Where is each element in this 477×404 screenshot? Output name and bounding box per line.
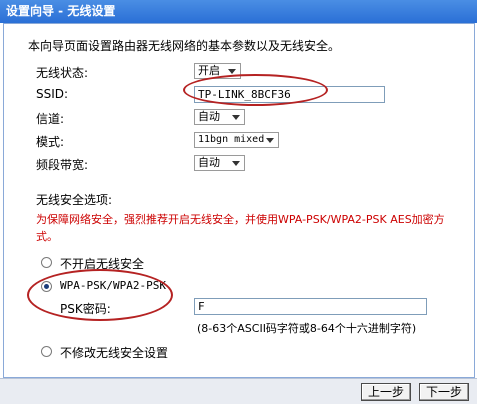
bandwidth-label: 频段带宽: bbox=[36, 158, 89, 172]
chevron-down-icon bbox=[228, 69, 236, 74]
radio-wpa-psk[interactable] bbox=[41, 281, 52, 292]
chevron-down-icon bbox=[232, 115, 240, 120]
channel-select[interactable]: 自动 bbox=[194, 109, 245, 125]
mode-label: 模式: bbox=[36, 135, 65, 149]
channel-label: 信道: bbox=[36, 112, 65, 126]
prev-button[interactable]: 上一步 bbox=[361, 383, 411, 401]
bandwidth-select[interactable]: 自动 bbox=[194, 155, 245, 171]
security-warning-line1: 为保障网络安全，强烈推荐开启无线安全，并使用WPA-PSK/WPA2-PSK A… bbox=[36, 213, 445, 226]
mode-value: 11bgn mixed bbox=[198, 134, 265, 145]
next-button[interactable]: 下一步 bbox=[419, 383, 469, 401]
option-keep-security-label[interactable]: 不修改无线安全设置 bbox=[60, 344, 168, 361]
radio-no-security[interactable] bbox=[41, 257, 52, 268]
ssid-label: SSID: bbox=[36, 87, 69, 101]
psk-hint: (8-63个ASCII码字符或8-64个十六进制字符) bbox=[197, 322, 417, 335]
channel-value: 自动 bbox=[198, 110, 220, 123]
window-title: 设置向导 - 无线设置 bbox=[0, 0, 477, 23]
ssid-input[interactable]: TP-LINK_8BCF36 bbox=[194, 86, 385, 103]
security-warning-line2: 式。 bbox=[36, 230, 58, 243]
psk-label: PSK密码: bbox=[60, 302, 111, 316]
chevron-down-icon bbox=[232, 161, 240, 166]
wireless-status-select[interactable]: 开启 bbox=[194, 63, 241, 79]
option-no-security-label[interactable]: 不开启无线安全 bbox=[60, 255, 144, 272]
option-wpa-psk-label[interactable]: WPA-PSK/WPA2-PSK bbox=[60, 279, 166, 292]
radio-keep-security[interactable] bbox=[41, 346, 52, 357]
wireless-status-label: 无线状态: bbox=[36, 66, 89, 80]
psk-password-input[interactable]: F bbox=[194, 298, 427, 315]
security-heading: 无线安全选项: bbox=[36, 193, 113, 207]
chevron-down-icon bbox=[266, 138, 274, 143]
wireless-status-value: 开启 bbox=[198, 64, 220, 77]
bandwidth-value: 自动 bbox=[198, 156, 220, 169]
intro-text: 本向导页面设置路由器无线网络的基本参数以及无线安全。 bbox=[28, 39, 341, 53]
mode-select[interactable]: 11bgn mixed bbox=[194, 132, 279, 148]
